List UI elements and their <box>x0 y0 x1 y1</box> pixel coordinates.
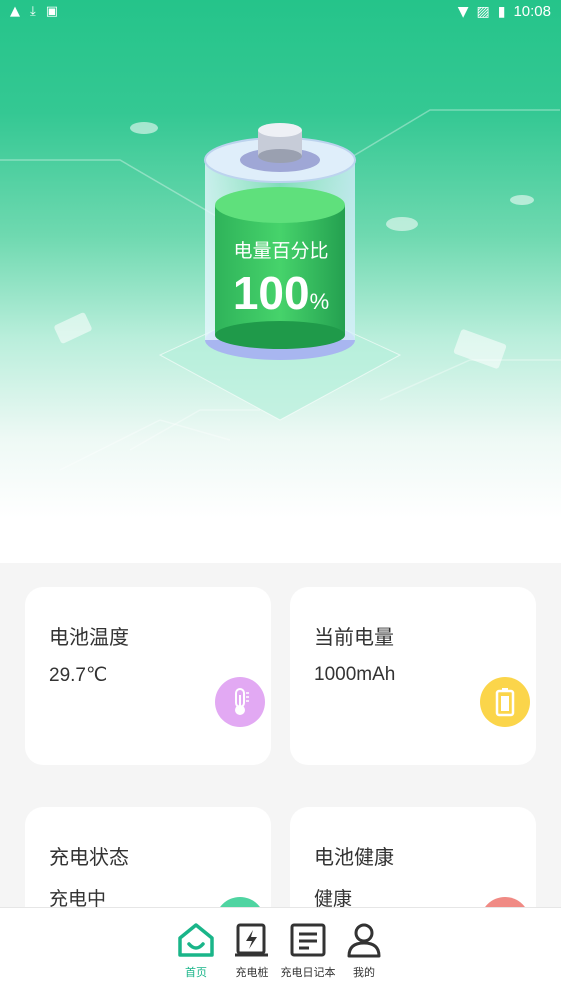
nav-item-notebook[interactable]: 充电日记本 <box>276 922 340 980</box>
card-value: 29.7℃ <box>49 665 108 686</box>
battery-percent-label: 电量百分比 <box>233 240 329 262</box>
clock: 10:08 <box>513 3 551 20</box>
percent-unit: % <box>309 289 330 314</box>
warning-icon: ▲ <box>10 4 20 19</box>
profile-icon <box>347 923 381 958</box>
nav-label-profile: 我的 <box>353 966 375 979</box>
notebook-icon <box>290 923 326 957</box>
battery-percent-value: 100% <box>211 266 351 320</box>
hero-banner: ▲ ⤓ ▣ ▼ ▨ ▮ 10:08 电量百分比 100% <box>0 0 561 563</box>
status-bar: ▲ ⤓ ▣ ▼ ▨ ▮ 10:08 <box>0 0 561 26</box>
download-icon: ⤓ <box>30 4 36 19</box>
nav-label-charging-station: 充电桩 <box>235 966 269 979</box>
card-title: 当前电量 <box>314 625 394 649</box>
battery-status-icon: ▮ <box>497 3 506 20</box>
wifi-icon: ▼ <box>457 3 469 20</box>
thermometer-icon <box>215 677 265 727</box>
card-title: 电池健康 <box>314 845 394 869</box>
current-charge-card[interactable]: 当前电量 1000mAh <box>290 587 536 765</box>
charging-station-icon <box>235 923 268 957</box>
nav-label-notebook: 充电日记本 <box>280 966 336 979</box>
home-icon <box>178 923 214 957</box>
card-value: 1000mAh <box>314 664 396 685</box>
bottom-navigation: 首页 充电桩 充电日记本 我的 <box>0 907 561 998</box>
nav-item-home[interactable]: 首页 <box>164 922 228 980</box>
battery-temperature-card[interactable]: 电池温度 29.7℃ <box>25 587 271 765</box>
battery-percent-number: 100 <box>232 267 310 319</box>
nav-label-home: 首页 <box>185 966 207 979</box>
battery-icon <box>480 677 530 727</box>
nav-item-charging-station[interactable]: 充电桩 <box>220 922 284 980</box>
notification-icon: ▣ <box>45 4 59 19</box>
card-title: 充电状态 <box>49 845 129 869</box>
signal-icon: ▨ <box>476 3 490 20</box>
card-title: 电池温度 <box>49 625 129 649</box>
nav-item-profile[interactable]: 我的 <box>332 922 396 980</box>
